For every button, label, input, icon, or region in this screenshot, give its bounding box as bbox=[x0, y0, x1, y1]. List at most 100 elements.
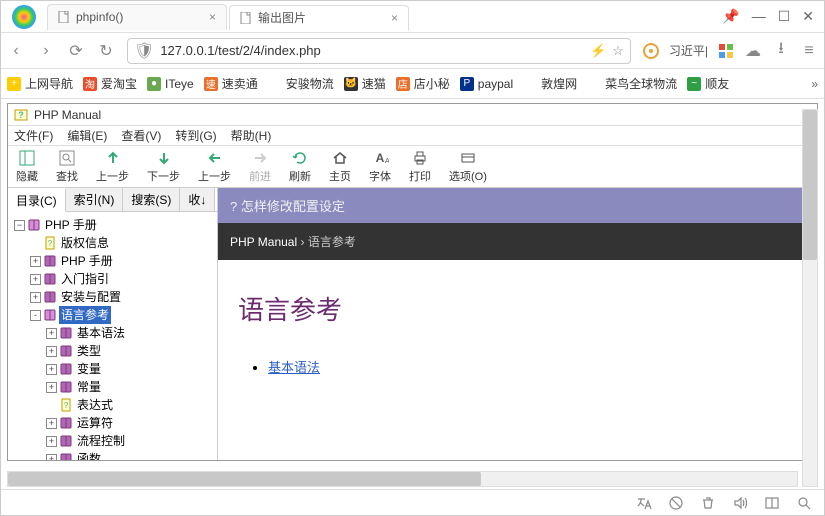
bookmark-favicon bbox=[587, 77, 601, 91]
shield-icon: 🛡 bbox=[134, 41, 154, 61]
bookmark-favicon: P bbox=[460, 77, 474, 91]
tree-tab[interactable]: 搜索(S) bbox=[123, 188, 180, 211]
bookmark-favicon: 淘 bbox=[83, 77, 97, 91]
bookmark-item[interactable]: ~顺友 bbox=[687, 75, 729, 92]
tree-item[interactable]: +变量 bbox=[46, 360, 215, 378]
bookmark-label: 上网导航 bbox=[25, 75, 73, 92]
close-icon[interactable]: × bbox=[391, 11, 398, 25]
page-icon bbox=[240, 12, 252, 24]
bookmark-label: 敦煌网 bbox=[541, 75, 577, 92]
zoom-icon[interactable] bbox=[796, 495, 812, 511]
browser-tab[interactable]: 输出图片 × bbox=[229, 5, 409, 31]
bookmark-favicon: 速 bbox=[204, 77, 218, 91]
back-button[interactable]: ‹ bbox=[7, 42, 25, 60]
compass-icon[interactable] bbox=[643, 43, 659, 59]
bookmark-item[interactable]: 速速卖通 bbox=[204, 75, 258, 92]
restore-button[interactable]: ↻ bbox=[97, 41, 115, 61]
bookmark-item[interactable]: 敦煌网 bbox=[523, 75, 577, 92]
tree-view[interactable]: −PHP 手册?版权信息+PHP 手册+入门指引+安装与配置-语言参考+基本语法… bbox=[8, 212, 217, 460]
tree-item[interactable]: +类型 bbox=[46, 342, 215, 360]
toolbar-up-button[interactable]: 上一步 bbox=[96, 149, 129, 184]
bookmark-label: 顺友 bbox=[705, 75, 729, 92]
toolbar-refresh-button[interactable]: 刷新 bbox=[289, 149, 311, 184]
menu-icon[interactable]: ≡ bbox=[800, 42, 818, 60]
svg-text:?: ? bbox=[48, 239, 53, 248]
bookmark-item[interactable]: 店店小秘 bbox=[396, 75, 450, 92]
pin-icon[interactable]: 📌 bbox=[722, 8, 739, 25]
menu-item[interactable]: 文件(F) bbox=[14, 127, 53, 144]
volume-icon[interactable] bbox=[732, 495, 748, 511]
download-icon[interactable]: ☁ bbox=[744, 41, 762, 61]
toolbar-back-button[interactable]: 上一步 bbox=[198, 149, 231, 184]
bookmarks-bar: +上网导航淘爱淘宝 ●ITeye 速速卖通安骏物流 🐱速猫店店小秘 Ppaypal 敦煌网… bbox=[1, 69, 824, 99]
tree-item[interactable]: +入门指引 bbox=[30, 270, 215, 288]
tree-item[interactable]: +常量 bbox=[46, 378, 215, 396]
toolbar-hide-button[interactable]: 隐藏 bbox=[16, 149, 38, 184]
bookmark-item[interactable]: 🐱速猫 bbox=[344, 75, 386, 92]
menu-item[interactable]: 帮助(H) bbox=[231, 127, 272, 144]
content-banner: ? 怎样修改配置设定 bbox=[218, 188, 817, 223]
bookmark-item[interactable]: 淘爱淘宝 bbox=[83, 75, 137, 92]
tree-item[interactable]: +基本语法 bbox=[46, 324, 215, 342]
bookmark-favicon: 店 bbox=[396, 77, 410, 91]
search-hint[interactable]: 习近平| bbox=[669, 42, 708, 59]
content-pane: ? 怎样修改配置设定 PHP Manual › 语言参考 语言参考 基本语法 bbox=[218, 188, 817, 460]
browser-toolbar: ‹ › ⟳ ↻ 🛡 127.0.0.1/test/2/4/index.php ⚡… bbox=[1, 33, 824, 69]
tree-panel: 目录(C)索引(N)搜索(S)收↓ −PHP 手册?版权信息+PHP 手册+入门… bbox=[8, 188, 218, 460]
tree-item[interactable]: -语言参考 bbox=[30, 306, 215, 324]
breadcrumb-root[interactable]: PHP Manual bbox=[230, 235, 297, 249]
reload-button[interactable]: ⟳ bbox=[67, 41, 85, 61]
bookmark-item[interactable]: Ppaypal bbox=[460, 77, 513, 91]
tree-item[interactable]: +运算符 bbox=[46, 414, 215, 432]
forward-button[interactable]: › bbox=[37, 42, 55, 60]
tab-title: 输出图片 bbox=[258, 9, 306, 26]
tree-tab[interactable]: 索引(N) bbox=[66, 188, 124, 211]
toolbar-home-button[interactable]: 主页 bbox=[329, 149, 351, 184]
bookmark-item[interactable]: +上网导航 bbox=[7, 75, 73, 92]
minimize-icon[interactable]: — bbox=[752, 8, 766, 25]
bookmark-item[interactable]: 菜鸟全球物流 bbox=[587, 75, 677, 92]
menu-item[interactable]: 查看(V) bbox=[121, 127, 161, 144]
download-arrow-icon[interactable]: ⭳ bbox=[772, 37, 790, 64]
address-bar[interactable]: 🛡 127.0.0.1/test/2/4/index.php ⚡ ☆ bbox=[127, 38, 631, 64]
maximize-icon[interactable]: ☐ bbox=[778, 8, 791, 25]
flash-icon[interactable]: ⚡ bbox=[590, 43, 606, 59]
toolbar-print-button[interactable]: 打印 bbox=[409, 149, 431, 184]
translate-icon[interactable] bbox=[636, 495, 652, 511]
svg-text:A: A bbox=[385, 158, 389, 165]
toolbar-find-button[interactable]: 查找 bbox=[56, 149, 78, 184]
toolbar-font-button[interactable]: AA字体 bbox=[369, 149, 391, 184]
close-icon[interactable]: × bbox=[209, 10, 216, 24]
viewer-titlebar: ? PHP Manual bbox=[8, 104, 817, 126]
viewer-title-text: PHP Manual bbox=[34, 108, 101, 122]
tree-item[interactable]: ?表达式 bbox=[46, 396, 215, 414]
apps-icon[interactable] bbox=[718, 43, 734, 59]
toolbar-options-button[interactable]: 选项(O) bbox=[449, 149, 487, 184]
tree-item[interactable]: +函数 bbox=[46, 450, 215, 460]
bookmark-item[interactable]: 安骏物流 bbox=[268, 75, 334, 92]
content-link[interactable]: 基本语法 bbox=[268, 360, 320, 375]
tree-tab[interactable]: 目录(C) bbox=[8, 189, 66, 212]
tree-item[interactable]: +流程控制 bbox=[46, 432, 215, 450]
tree-item[interactable]: +安装与配置 bbox=[30, 288, 215, 306]
bookmark-item[interactable]: ●ITeye bbox=[147, 77, 194, 91]
tree-tab[interactable]: 收↓ bbox=[180, 188, 215, 211]
browser-tab[interactable]: phpinfo() × bbox=[47, 4, 227, 30]
toolbar-fwd-button: 前进 bbox=[249, 149, 271, 184]
bookmark-star-icon[interactable]: ☆ bbox=[612, 43, 624, 59]
bookmarks-more-icon[interactable]: » bbox=[811, 77, 818, 91]
menu-item[interactable]: 编辑(E) bbox=[67, 127, 107, 144]
split-icon[interactable] bbox=[764, 495, 780, 511]
vertical-scrollbar[interactable] bbox=[802, 109, 818, 487]
tree-item[interactable]: +PHP 手册 bbox=[30, 252, 215, 270]
bookmark-label: 速卖通 bbox=[222, 75, 258, 92]
menu-item[interactable]: 转到(G) bbox=[175, 127, 216, 144]
page-body: 语言参考 基本语法 bbox=[218, 260, 817, 387]
bookmark-label: paypal bbox=[478, 77, 513, 91]
adblock-icon[interactable] bbox=[668, 495, 684, 511]
trash-icon[interactable] bbox=[700, 495, 716, 511]
tree-item[interactable]: ?版权信息 bbox=[30, 234, 215, 252]
horizontal-scrollbar[interactable] bbox=[7, 471, 798, 487]
toolbar-down-button[interactable]: 下一步 bbox=[147, 149, 180, 184]
close-window-icon[interactable]: ✕ bbox=[802, 8, 814, 25]
